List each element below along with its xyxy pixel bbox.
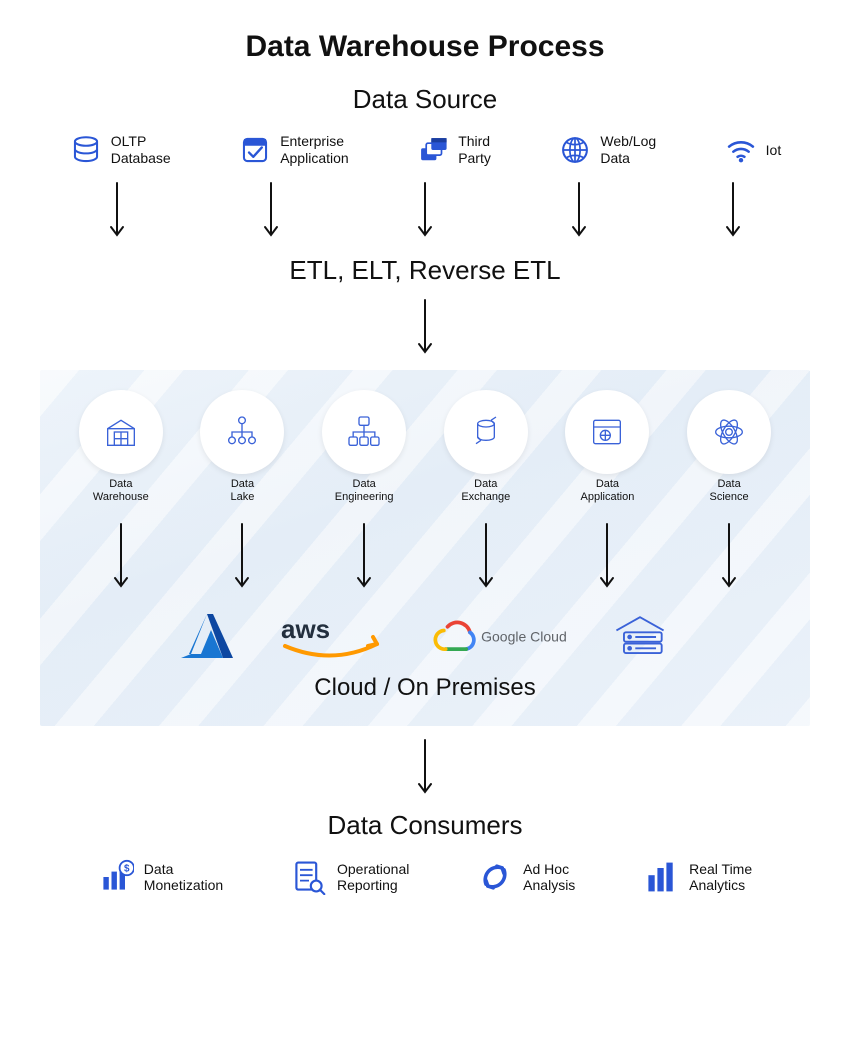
workload-row: DataWarehouse DataLake DataEngineering [60, 390, 790, 504]
consumers-row: $ DataMonetization OperationalReporting … [40, 859, 810, 895]
arrow-down-icon [263, 181, 279, 241]
arrow-center-etl [40, 298, 810, 358]
workload-label: DataWarehouse [93, 478, 149, 504]
stacked-windows-icon [416, 133, 450, 167]
wifi-icon [724, 133, 758, 167]
svg-text:$: $ [124, 864, 130, 875]
consumer-monetization: $ DataMonetization [98, 859, 223, 895]
arrow-down-icon [113, 522, 129, 592]
source-enterprise-app: EnterpriseApplication [238, 133, 349, 167]
google-cloud-icon: Google Cloud [427, 610, 567, 664]
reporting-icon [291, 859, 327, 895]
svg-text:aws: aws [281, 614, 330, 644]
source-iot: Iot [724, 133, 782, 167]
data-lake-icon [222, 412, 262, 452]
azure-icon [177, 610, 237, 664]
monetization-icon: $ [98, 859, 134, 895]
consumer-reporting: OperationalReporting [291, 859, 409, 895]
adhoc-analysis-icon [477, 859, 513, 895]
arrow-down-icon [721, 522, 737, 592]
workload-data-application: DataApplication [557, 390, 657, 504]
source-label: EnterpriseApplication [280, 133, 349, 167]
workload-data-science: DataScience [679, 390, 779, 504]
workload-data-warehouse: DataWarehouse [71, 390, 171, 504]
data-science-icon [709, 412, 749, 452]
source-oltp: OLTPDatabase [69, 133, 171, 167]
aws-icon: aws [277, 610, 387, 664]
source-third-party: ThirdParty [416, 133, 491, 167]
consumer-realtime: Real TimeAnalytics [643, 859, 752, 895]
source-label: ThirdParty [458, 133, 491, 167]
realtime-analytics-icon [643, 859, 679, 895]
arrow-down-icon [725, 181, 741, 241]
consumer-label: DataMonetization [144, 861, 223, 895]
workload-label: DataApplication [581, 478, 635, 504]
consumer-label: OperationalReporting [337, 861, 409, 895]
arrow-down-icon [109, 181, 125, 241]
consumer-adhoc: Ad HocAnalysis [477, 859, 575, 895]
platform-box: DataWarehouse DataLake DataEngineering [40, 370, 810, 726]
workload-label: DataLake [231, 478, 255, 504]
data-source-row: OLTPDatabase EnterpriseApplication Third… [40, 133, 810, 167]
source-label: Iot [766, 142, 782, 159]
workload-label: DataEngineering [335, 478, 394, 504]
section-cloud: Cloud / On Premises [60, 674, 790, 702]
section-consumers: Data Consumers [40, 810, 810, 841]
arrow-down-icon [356, 522, 372, 592]
arrow-row-workloads [60, 522, 790, 592]
arrow-down-icon [417, 181, 433, 241]
consumer-label: Real TimeAnalytics [689, 861, 752, 895]
arrow-down-icon [571, 181, 587, 241]
arrow-down-icon [599, 522, 615, 592]
arrow-down-icon [417, 738, 433, 798]
svg-text:Google Cloud: Google Cloud [481, 629, 567, 645]
on-premises-server-icon [607, 610, 673, 664]
arrow-row-sources [40, 181, 810, 241]
cloud-vendor-row: aws Google Cloud [60, 610, 790, 664]
warehouse-icon [101, 412, 141, 452]
arrow-down-icon [478, 522, 494, 592]
workload-label: DataScience [710, 478, 749, 504]
source-label: OLTPDatabase [111, 133, 171, 167]
arrow-down-icon [234, 522, 250, 592]
data-exchange-icon [466, 412, 506, 452]
consumer-label: Ad HocAnalysis [523, 861, 575, 895]
source-web-log: Web/LogData [558, 133, 656, 167]
workload-data-lake: DataLake [192, 390, 292, 504]
page-title: Data Warehouse Process [40, 30, 810, 64]
section-data-source: Data Source [40, 84, 810, 115]
section-etl: ETL, ELT, Reverse ETL [40, 255, 810, 286]
application-check-icon [238, 133, 272, 167]
workload-data-exchange: DataExchange [436, 390, 536, 504]
workload-label: DataExchange [461, 478, 510, 504]
data-application-icon [587, 412, 627, 452]
globe-icon [558, 133, 592, 167]
data-engineering-icon [344, 412, 384, 452]
arrow-center-cloud [40, 738, 810, 798]
database-icon [69, 133, 103, 167]
source-label: Web/LogData [600, 133, 656, 167]
workload-data-engineering: DataEngineering [314, 390, 414, 504]
arrow-down-icon [417, 298, 433, 358]
